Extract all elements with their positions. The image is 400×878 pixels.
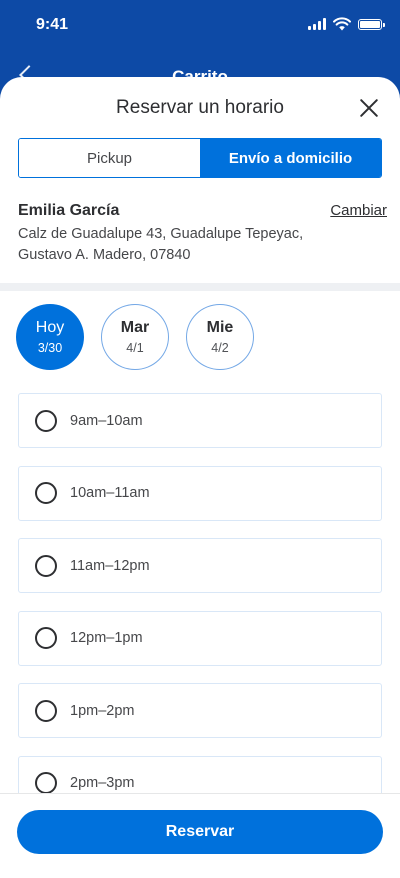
- change-address-link[interactable]: Cambiar: [330, 202, 387, 219]
- status-bar: 9:41: [0, 0, 400, 50]
- radio-button[interactable]: [35, 627, 57, 649]
- signal-icon: [308, 18, 326, 30]
- day-date: 4/1: [126, 341, 144, 355]
- day-selector: Hoy 3/30 Mar 4/1 Mie 4/2: [16, 304, 254, 370]
- time-slot-label: 12pm–1pm: [70, 630, 143, 646]
- time-slot[interactable]: 1pm–2pm: [18, 683, 382, 738]
- address-lines: Calz de Guadalupe 43, Guadalupe Tepeyac,…: [18, 224, 382, 266]
- reserve-button[interactable]: Reservar: [17, 810, 383, 854]
- time-slot-label: 10am–11am: [70, 485, 150, 501]
- day-name: Mar: [120, 319, 150, 336]
- time-slot[interactable]: 11am–12pm: [18, 538, 382, 593]
- address-name: Emilia García: [18, 202, 120, 219]
- time-slot-list: 9am–10am 10am–11am 11am–12pm 12pm–1pm 1p…: [18, 393, 382, 828]
- time-slot[interactable]: 12pm–1pm: [18, 610, 382, 666]
- address-line-1: Calz de Guadalupe 43, Guadalupe Tepeyac,: [18, 226, 304, 242]
- radio-button[interactable]: [35, 482, 57, 504]
- status-icons: [308, 17, 385, 31]
- sheet-footer: Reservar: [0, 793, 400, 878]
- time-slot-label: 9am–10am: [70, 412, 143, 429]
- close-icon[interactable]: [358, 97, 380, 119]
- tab-pickup[interactable]: Pickup: [19, 139, 200, 177]
- sheet-title: Reservar un horario: [116, 97, 284, 118]
- battery-icon: [358, 18, 385, 30]
- day-date: 3/30: [37, 341, 63, 355]
- reserve-slot-sheet: Reservar un horario Pickup Envío a domic…: [0, 77, 400, 878]
- day-date: 4/2: [211, 341, 229, 355]
- address-line-2: Gustavo A. Madero, 07840: [18, 247, 191, 263]
- sheet-header: Reservar un horario: [0, 77, 400, 137]
- day-option-mie[interactable]: Mie 4/2: [186, 304, 254, 370]
- wifi-icon: [333, 17, 351, 31]
- radio-button[interactable]: [35, 409, 57, 432]
- status-time: 9:41: [36, 16, 69, 33]
- time-slot[interactable]: 9am–10am: [18, 393, 382, 448]
- time-slot-label: 1pm–2pm: [70, 702, 135, 719]
- time-slot[interactable]: 10am–11am: [18, 465, 382, 521]
- time-slot-label: 2pm–3pm: [70, 775, 135, 791]
- radio-button[interactable]: [35, 554, 57, 577]
- section-divider: [0, 283, 400, 291]
- day-option-hoy[interactable]: Hoy 3/30: [16, 304, 84, 370]
- day-name: Mie: [206, 319, 234, 336]
- fulfillment-toggle: Pickup Envío a domicilio: [18, 138, 382, 178]
- day-name: Hoy: [35, 319, 65, 336]
- radio-button[interactable]: [35, 772, 57, 794]
- radio-button[interactable]: [35, 699, 57, 722]
- tab-home-delivery[interactable]: Envío a domicilio: [200, 139, 381, 177]
- time-slot-label: 11am–12pm: [70, 557, 150, 574]
- delivery-address: Emilia García Cambiar Calz de Guadalupe …: [18, 202, 387, 266]
- day-option-mar[interactable]: Mar 4/1: [101, 304, 169, 370]
